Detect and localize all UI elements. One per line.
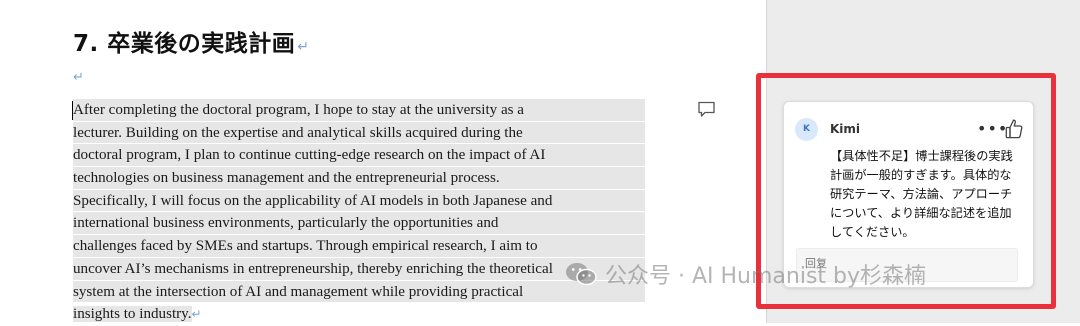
- section-heading-text: 7. 卒業後の実践計画: [73, 31, 296, 57]
- thumbs-up-icon[interactable]: [1004, 118, 1024, 140]
- paragraph-line[interactable]: Specifically, I will focus on the applic…: [73, 189, 645, 213]
- watermark-text: 公众号 · AI Humanist by杉森楠: [605, 264, 927, 289]
- paragraph-line-last[interactable]: insights to industry.↵: [73, 303, 645, 326]
- paragraph-mark: ↵: [297, 39, 310, 55]
- paragraph-line[interactable]: technologies on business management and …: [73, 167, 645, 190]
- paragraph-line[interactable]: challenges faced by SMEs and startups. T…: [73, 235, 645, 258]
- empty-paragraph-mark: ↵: [73, 70, 84, 85]
- paragraph-line[interactable]: After completing the doctoral program, I…: [73, 99, 645, 122]
- commented-paragraph[interactable]: After completing the doctoral program, I…: [73, 99, 645, 326]
- watermark: 公众号 · AI Humanist by杉森楠: [565, 259, 926, 289]
- paragraph-mark: ↵: [191, 307, 202, 322]
- section-heading: 7. 卒業後の実践計画 ↵: [73, 24, 309, 58]
- avatar: K: [795, 118, 818, 141]
- paragraph-line-text[interactable]: insights to industry.: [73, 306, 192, 323]
- comment-body: 【具体性不足】博士課程後の実践計画が一般的すぎます。具体的な研究テーマ、方法論、…: [830, 149, 1013, 239]
- wechat-logo-icon: [566, 263, 597, 286]
- paragraph-line[interactable]: system at the intersection of AI and man…: [73, 280, 645, 304]
- comment-bubble-icon[interactable]: [697, 101, 716, 118]
- paragraph-line[interactable]: international business environments, par…: [73, 212, 645, 236]
- paragraph-line[interactable]: doctoral program, I plan to continue cut…: [73, 144, 645, 168]
- paragraph-line[interactable]: lecturer. Building on the expertise and …: [73, 121, 645, 145]
- comment-author: Kimi: [830, 122, 861, 136]
- paragraph-line[interactable]: uncover AI’s mechanisms in entrepreneurs…: [73, 257, 645, 281]
